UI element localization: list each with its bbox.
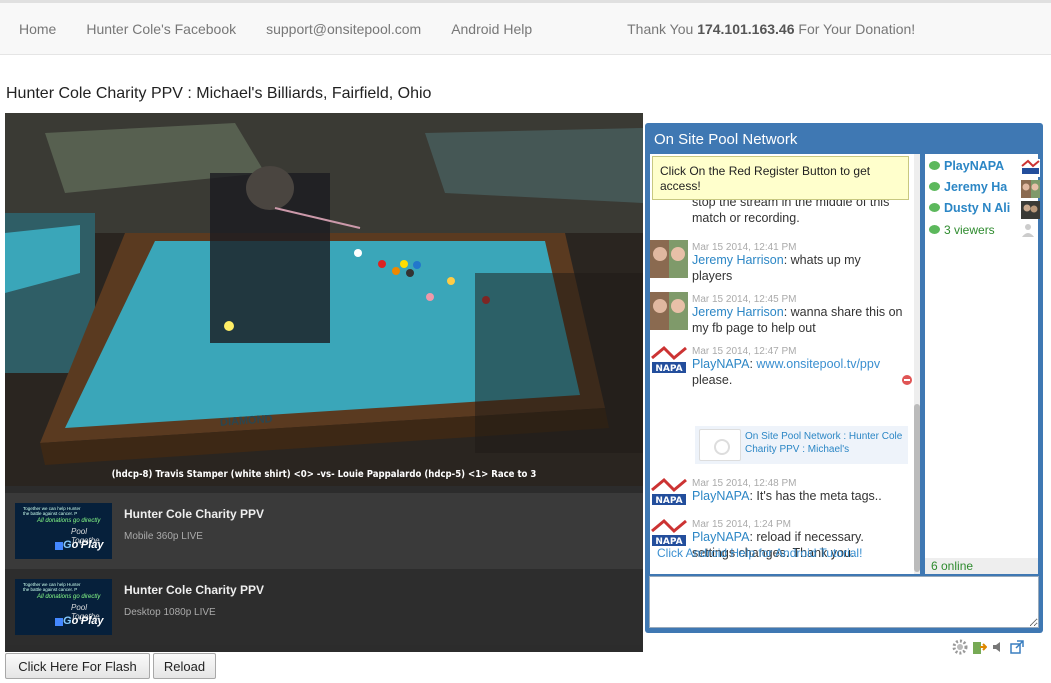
message-author[interactable]: Jeremy Harrison	[692, 253, 784, 267]
link-preview-text: On Site Pool Network : Hunter Cole Chari…	[745, 431, 903, 455]
thanks-suffix: For Your Donation!	[794, 20, 916, 37]
gp-logo-square	[55, 618, 63, 626]
thumb-text-2: All donations go directly	[37, 594, 101, 600]
nav-home-link[interactable]: Home	[0, 21, 71, 37]
viewers-label: 3 viewers	[944, 223, 995, 237]
chat-bubble-icon	[929, 203, 940, 212]
thumb-text-1: Together we can help Hunter the battle ag…	[23, 506, 81, 516]
message-text: please.	[692, 373, 733, 387]
message-author[interactable]: PlayNAPA	[692, 489, 749, 503]
thanks-prefix: Thank You	[627, 20, 698, 37]
sound-icon[interactable]	[990, 639, 1006, 655]
chat-input[interactable]	[649, 576, 1039, 628]
thumb-text-2: All donations go directly	[37, 518, 101, 524]
chat-bubble-icon	[929, 161, 940, 170]
stream-thumbnail: Together we can help Hunter the battle ag…	[15, 579, 112, 635]
stream-subtitle: Mobile 360p LIVE	[124, 531, 203, 542]
message-author[interactable]: PlayNAPA	[692, 530, 749, 544]
message-author[interactable]: Jeremy Harrison	[692, 305, 784, 319]
donor-ip: 174.101.163.46	[697, 20, 795, 37]
popout-icon[interactable]	[1009, 639, 1025, 655]
message-author[interactable]: PlayNAPA	[692, 357, 749, 371]
user-item-dusty[interactable]: Dusty N Ali	[929, 201, 1040, 219]
delete-message-icon[interactable]	[902, 375, 912, 385]
svg-text:NAPA: NAPA	[655, 496, 682, 506]
stream-title: Hunter Cole Charity PPV	[124, 507, 265, 521]
donation-thanks: Thank You 174.101.163.46 For Your Donati…	[627, 21, 915, 37]
video-player: DIAMOND (hdcp-8) Travis Stamper (white s…	[5, 113, 643, 652]
user-name: Jeremy Ha	[944, 180, 1008, 194]
message-body: Jeremy Harrison: whats up my players	[692, 252, 904, 284]
user-avatar	[1021, 180, 1040, 198]
nav-android-help-link[interactable]: Android Help	[436, 21, 547, 37]
chat-title: On Site Pool Network	[654, 131, 798, 148]
anonymous-user-icon	[1022, 224, 1034, 237]
gear-icon[interactable]	[952, 639, 968, 655]
message-body: Jeremy Harrison: wanna share this on my …	[692, 304, 904, 336]
user-name: PlayNAPA	[944, 159, 1005, 173]
page-title: Hunter Cole Charity PPV : Michael's Bill…	[6, 85, 432, 102]
reload-button[interactable]: Reload	[153, 653, 216, 679]
video-frame[interactable]: DIAMOND (hdcp-8) Travis Stamper (white s…	[5, 113, 643, 486]
chat-widget: On Site Pool Network stop the stream in …	[645, 123, 1043, 633]
user-avatar	[650, 292, 688, 330]
stream-item-mobile[interactable]: Together we can help Hunter the battle ag…	[5, 493, 643, 569]
napa-avatar: NAPA	[650, 344, 688, 382]
user-avatar	[1021, 201, 1040, 219]
chat-bubble-icon	[929, 225, 940, 234]
napa-avatar	[1021, 159, 1040, 177]
link-preview-card[interactable]: On Site Pool Network : Hunter Cole Chari…	[695, 426, 908, 464]
user-avatar	[650, 240, 688, 278]
chat-toolbar	[952, 638, 1025, 656]
nav-email-link[interactable]: support@onsitepool.com	[251, 21, 436, 37]
user-item-jeremy[interactable]: Jeremy Ha	[929, 180, 1040, 198]
video-caption: (hdcp-8) Travis Stamper (white shirt) <0…	[111, 469, 537, 480]
online-count: 6 online	[925, 558, 1038, 574]
chat-bubble-icon	[929, 182, 940, 191]
user-item-playnapa[interactable]: PlayNAPA	[929, 159, 1040, 177]
nav-facebook-link[interactable]: Hunter Cole's Facebook	[71, 21, 251, 37]
video-scene	[5, 113, 643, 486]
stream-title: Hunter Cole Charity PPV	[124, 583, 265, 597]
register-tooltip: Click On the Red Register Button to get …	[652, 156, 909, 200]
chat-messages[interactable]: stop the stream in the middle of this ma…	[650, 154, 920, 574]
svg-text:NAPA: NAPA	[655, 364, 682, 374]
message-body: PlayNAPA: www.onsitepool.tv/ppv please.	[692, 357, 881, 387]
user-name: Dusty N Ali	[944, 201, 1011, 215]
stream-subtitle: Desktop 1080p LIVE	[124, 607, 216, 618]
chat-scrollbar[interactable]	[914, 154, 920, 574]
message-text: : It's has the meta tags..	[749, 489, 882, 503]
thumb-text-1: Together we can help Hunter the battle ag…	[23, 582, 81, 592]
message-body: PlayNAPA: It's has the meta tags..	[692, 488, 904, 504]
napa-avatar: NAPA	[650, 476, 688, 514]
link-preview-image-icon	[699, 429, 741, 461]
message-link[interactable]: www.onsitepool.tv/ppv	[756, 357, 880, 371]
stream-thumbnail: Together we can help Hunter the battle ag…	[15, 503, 112, 559]
exit-icon[interactable]	[971, 639, 987, 655]
user-list: PlayNAPA Jeremy Ha Dusty N Ali 3 viewers…	[925, 154, 1040, 574]
viewers-count: 3 viewers	[929, 223, 1034, 237]
goplay-logo: Go'Play	[63, 615, 104, 627]
gp-logo-square	[55, 542, 63, 550]
top-nav: Home Hunter Cole's Facebook support@onsi…	[0, 0, 1051, 55]
stream-item-desktop[interactable]: Together we can help Hunter the battle ag…	[5, 569, 643, 645]
flash-button[interactable]: Click Here For Flash	[5, 653, 150, 679]
android-help-notice: Click Android Help for Android Tutorial!	[657, 546, 863, 560]
goplay-logo: Go'Play	[63, 539, 104, 551]
scrollbar-thumb[interactable]	[914, 404, 920, 572]
